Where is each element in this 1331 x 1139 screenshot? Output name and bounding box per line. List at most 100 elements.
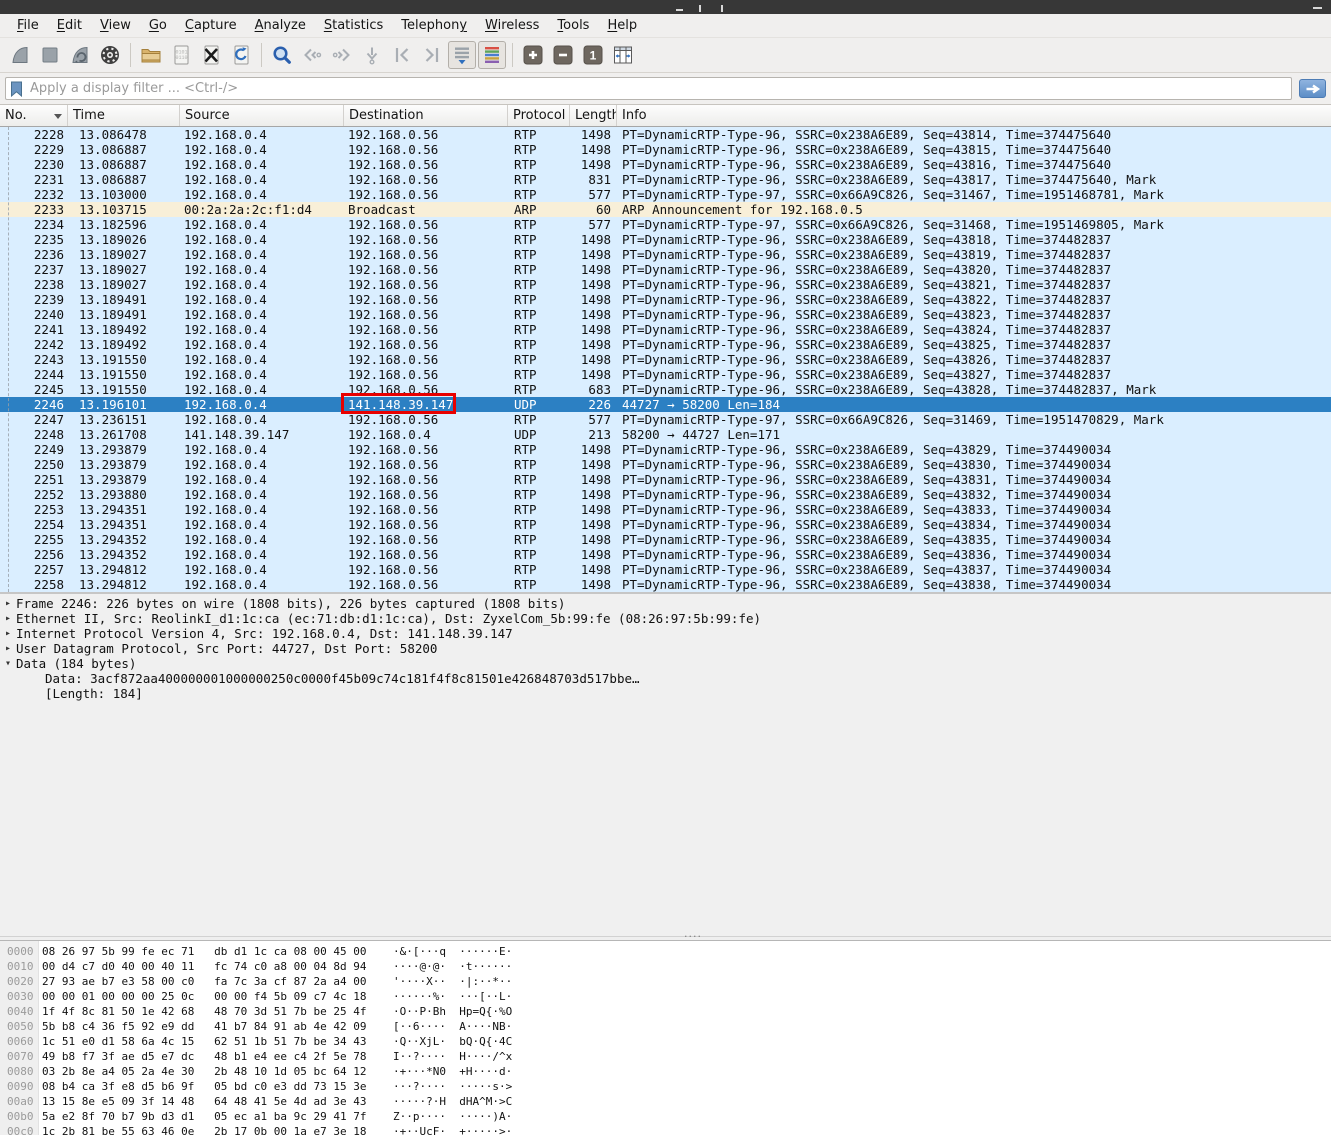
zoom-in-button[interactable] [519, 41, 547, 69]
column-header-length[interactable]: Length [570, 105, 617, 126]
packet-row[interactable]: 223213.103000192.168.0.4192.168.0.56RTP5… [0, 187, 1331, 202]
packet-list-pane[interactable]: 222813.086478192.168.0.4192.168.0.56RTP1… [0, 127, 1331, 592]
hex-row[interactable]: 00505b b8 c4 36 f5 92 e9 dd 41 b7 84 91 … [0, 1019, 1331, 1034]
find-packet-button[interactable] [268, 41, 296, 69]
hex-row[interactable]: 007049 b8 f7 3f ae d5 e7 dc 48 b1 e4 ee … [0, 1049, 1331, 1064]
reload-file-button[interactable] [227, 41, 255, 69]
packet-row[interactable]: 225213.293880192.168.0.4192.168.0.56RTP1… [0, 487, 1331, 502]
go-back-button[interactable] [298, 41, 326, 69]
packet-row[interactable]: 222813.086478192.168.0.4192.168.0.56RTP1… [0, 127, 1331, 142]
hex-row[interactable]: 008003 2b 8e a4 05 2a 4e 30 2b 48 10 1d … [0, 1064, 1331, 1079]
packet-row[interactable]: 223813.189027192.168.0.4192.168.0.56RTP1… [0, 277, 1331, 292]
capture-options-button[interactable] [96, 41, 124, 69]
detail-line[interactable]: ▸Internet Protocol Version 4, Src: 192.1… [0, 626, 1331, 641]
close-file-button[interactable] [197, 41, 225, 69]
packet-row[interactable]: 225113.293879192.168.0.4192.168.0.56RTP1… [0, 472, 1331, 487]
hex-row[interactable]: 00401f 4f 8c 81 50 1e 42 68 48 70 3d 51 … [0, 1004, 1331, 1019]
packet-row[interactable]: 224313.191550192.168.0.4192.168.0.56RTP1… [0, 352, 1331, 367]
hex-row[interactable]: 00a013 15 8e e5 09 3f 14 48 64 48 41 5e … [0, 1094, 1331, 1109]
packet-details-pane[interactable]: ▸Frame 2246: 226 bytes on wire (1808 bit… [0, 592, 1331, 936]
packet-row[interactable]: 224513.191550192.168.0.4192.168.0.56RTP6… [0, 382, 1331, 397]
column-header-source[interactable]: Source [180, 105, 344, 126]
hex-row[interactable]: 009008 b4 ca 3f e8 d5 b6 9f 05 bd c0 e3 … [0, 1079, 1331, 1094]
zoom-original-button[interactable]: 1 [579, 41, 607, 69]
menu-help[interactable]: Help [598, 16, 646, 35]
restart-capture-button[interactable] [66, 41, 94, 69]
column-header-time[interactable]: Time [68, 105, 180, 126]
packet-row[interactable]: 223513.189026192.168.0.4192.168.0.56RTP1… [0, 232, 1331, 247]
zoom-out-button[interactable] [549, 41, 577, 69]
packet-row[interactable]: 225413.294351192.168.0.4192.168.0.56RTP1… [0, 517, 1331, 532]
packet-row[interactable]: 224413.191550192.168.0.4192.168.0.56RTP1… [0, 367, 1331, 382]
hex-row[interactable]: 003000 00 01 00 00 00 25 0c 00 00 f4 5b … [0, 989, 1331, 1004]
auto-scroll-button[interactable] [448, 41, 476, 69]
display-filter-box[interactable] [5, 77, 1292, 100]
hex-row[interactable]: 000008 26 97 5b 99 fe ec 71 db d1 1c ca … [0, 944, 1331, 959]
packet-row[interactable]: 224613.196101192.168.0.4141.148.39.147UD… [0, 397, 1331, 412]
hex-row[interactable]: 00c01c 2b 81 be 55 63 46 0e 2b 17 0b 00 … [0, 1124, 1331, 1139]
packet-row[interactable]: 223413.182596192.168.0.4192.168.0.56RTP5… [0, 217, 1331, 232]
packet-row[interactable]: 223113.086887192.168.0.4192.168.0.56RTP8… [0, 172, 1331, 187]
colorize-packets-button[interactable] [478, 41, 506, 69]
open-file-button[interactable] [137, 41, 165, 69]
hex-row[interactable]: 001000 d4 c7 d0 40 00 40 11 fc 74 c0 a8 … [0, 959, 1331, 974]
packet-row[interactable]: 224113.189492192.168.0.4192.168.0.56RTP1… [0, 322, 1331, 337]
save-file-button[interactable]: 01010110 [167, 41, 195, 69]
column-header-destination[interactable]: Destination [344, 105, 508, 126]
packet-bytes-pane[interactable]: 000008 26 97 5b 99 fe ec 71 db d1 1c ca … [0, 941, 1331, 1135]
menu-wireless[interactable]: Wireless [476, 16, 548, 35]
start-capture-button[interactable] [6, 41, 34, 69]
detail-line[interactable]: Data: 3acf872aa400000001000000250c0000f4… [0, 671, 1331, 686]
apply-filter-button[interactable] [1299, 79, 1326, 98]
packet-row[interactable]: 224213.189492192.168.0.4192.168.0.56RTP1… [0, 337, 1331, 352]
collapsed-arrow-icon[interactable]: ▸ [0, 611, 16, 626]
detail-line[interactable]: ▸User Datagram Protocol, Src Port: 44727… [0, 641, 1331, 656]
menu-edit[interactable]: Edit [48, 16, 91, 35]
go-to-packet-button[interactable] [358, 41, 386, 69]
hex-row[interactable]: 002027 93 ae b7 e3 58 00 c0 fa 7c 3a cf … [0, 974, 1331, 989]
packet-row[interactable]: 223613.189027192.168.0.4192.168.0.56RTP1… [0, 247, 1331, 262]
hex-row[interactable]: 00601c 51 e0 d1 58 6a 4c 15 62 51 1b 51 … [0, 1034, 1331, 1049]
detail-line[interactable]: [Length: 184] [0, 686, 1331, 701]
packet-row[interactable]: 225513.294352192.168.0.4192.168.0.56RTP1… [0, 532, 1331, 547]
go-first-packet-button[interactable] [388, 41, 416, 69]
packet-row[interactable]: 222913.086887192.168.0.4192.168.0.56RTP1… [0, 142, 1331, 157]
go-last-packet-button[interactable] [418, 41, 446, 69]
packet-row[interactable]: 224013.189491192.168.0.4192.168.0.56RTP1… [0, 307, 1331, 322]
stop-capture-button[interactable] [36, 41, 64, 69]
packet-row[interactable]: 224713.236151192.168.0.4192.168.0.56RTP5… [0, 412, 1331, 427]
detail-line[interactable]: ▸Ethernet II, Src: ReolinkI_d1:1c:ca (ec… [0, 611, 1331, 626]
packet-row[interactable]: 225713.294812192.168.0.4192.168.0.56RTP1… [0, 562, 1331, 577]
menu-view[interactable]: View [91, 16, 140, 35]
collapsed-arrow-icon[interactable]: ▸ [0, 641, 16, 656]
menu-statistics[interactable]: Statistics [315, 16, 392, 35]
collapsed-arrow-icon[interactable]: ▸ [0, 596, 16, 611]
menu-file[interactable]: File [8, 16, 48, 35]
detail-line[interactable]: ▾Data (184 bytes) [0, 656, 1331, 671]
packet-row[interactable]: 225613.294352192.168.0.4192.168.0.56RTP1… [0, 547, 1331, 562]
packet-row[interactable]: 223913.189491192.168.0.4192.168.0.56RTP1… [0, 292, 1331, 307]
menu-go[interactable]: Go [140, 16, 176, 35]
packet-row[interactable]: 224913.293879192.168.0.4192.168.0.56RTP1… [0, 442, 1331, 457]
packet-row[interactable]: 223013.086887192.168.0.4192.168.0.56RTP1… [0, 157, 1331, 172]
display-filter-input[interactable] [28, 80, 1287, 97]
splitter-handle-dots[interactable]: ···· [659, 586, 677, 592]
column-header-protocol[interactable]: Protocol [508, 105, 570, 126]
hex-row[interactable]: 00b05a e2 8f 70 b7 9b d3 d1 05 ec a1 ba … [0, 1109, 1331, 1124]
collapsed-arrow-icon[interactable]: ▸ [0, 626, 16, 641]
column-header-info[interactable]: Info [617, 105, 1331, 126]
packet-row[interactable]: 223313.10371500:2a:2a:2c:f1:d4BroadcastA… [0, 202, 1331, 217]
splitter-handle-dots[interactable]: ···· [684, 934, 702, 940]
bookmark-icon[interactable] [10, 81, 23, 97]
menu-telephony[interactable]: Telephony [392, 16, 476, 35]
packet-row[interactable]: 225013.293879192.168.0.4192.168.0.56RTP1… [0, 457, 1331, 472]
column-header-no[interactable]: No. [0, 105, 68, 126]
go-forward-button[interactable] [328, 41, 356, 69]
menu-tools[interactable]: Tools [548, 16, 598, 35]
packet-row[interactable]: 225313.294351192.168.0.4192.168.0.56RTP1… [0, 502, 1331, 517]
detail-line[interactable]: ▸Frame 2246: 226 bytes on wire (1808 bit… [0, 596, 1331, 611]
packet-row[interactable]: 224813.261708141.148.39.147192.168.0.4UD… [0, 427, 1331, 442]
expanded-arrow-icon[interactable]: ▾ [0, 656, 16, 671]
menu-capture[interactable]: Capture [176, 16, 246, 35]
resize-columns-button[interactable] [609, 41, 637, 69]
